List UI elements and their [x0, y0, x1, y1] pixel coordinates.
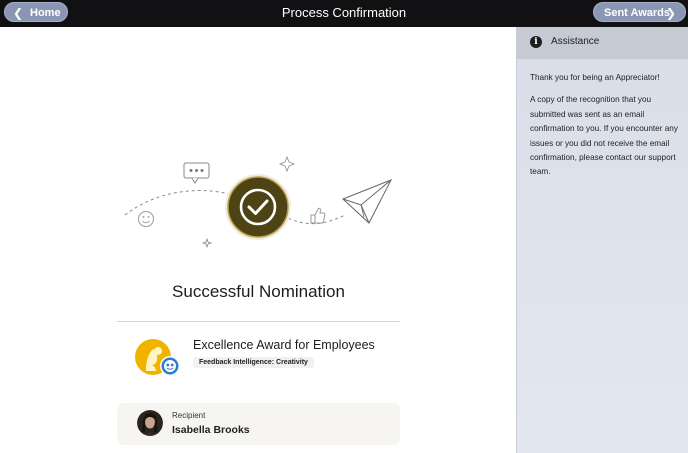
- success-illustration: [124, 155, 393, 249]
- success-headline: Successful Nomination: [172, 282, 345, 301]
- award-badge-icon: [135, 339, 180, 376]
- assistance-paragraph: A copy of the recognition that you submi…: [530, 95, 678, 177]
- avatar: [137, 410, 163, 436]
- sent-awards-button[interactable]: Sent Awards ❯: [593, 2, 686, 22]
- recipient-card: Recipient Isabella Brooks: [117, 403, 400, 445]
- assistance-paragraph: Thank you for being an Appreciator!: [530, 73, 660, 82]
- thumbs-up-icon: [310, 207, 326, 224]
- award-tag: Feedback Intelligence: Creativity: [193, 357, 314, 368]
- recipient-name: Isabella Brooks: [172, 424, 250, 436]
- check-badge-icon: [225, 174, 291, 240]
- paper-plane-icon: [342, 179, 393, 224]
- assistance-panel: i Assistance Thank you for being an Appr…: [516, 27, 688, 453]
- sparkle-icon: [201, 237, 213, 249]
- award-title: Excellence Award for Employees: [193, 338, 375, 352]
- divider: [117, 321, 400, 322]
- chat-bubble-icon: [183, 162, 210, 184]
- main-content: Successful Nomination Excellence Award f…: [0, 27, 516, 453]
- sent-awards-button-label: Sent Awards: [604, 7, 671, 19]
- recipient-label: Recipient: [172, 411, 206, 420]
- page-title: Process Confirmation: [281, 5, 407, 20]
- assistance-header: i Assistance: [517, 27, 688, 59]
- sparkle-icon: [278, 155, 296, 173]
- chevron-right-icon: ❯: [665, 6, 676, 20]
- top-bar: ❮ Home Process Confirmation Sent Awards …: [0, 0, 688, 27]
- smiley-icon: [137, 210, 155, 228]
- assistance-title: Assistance: [551, 36, 600, 47]
- assistance-body: Thank you for being an Appreciator! A co…: [517, 59, 688, 180]
- info-icon: i: [530, 36, 542, 48]
